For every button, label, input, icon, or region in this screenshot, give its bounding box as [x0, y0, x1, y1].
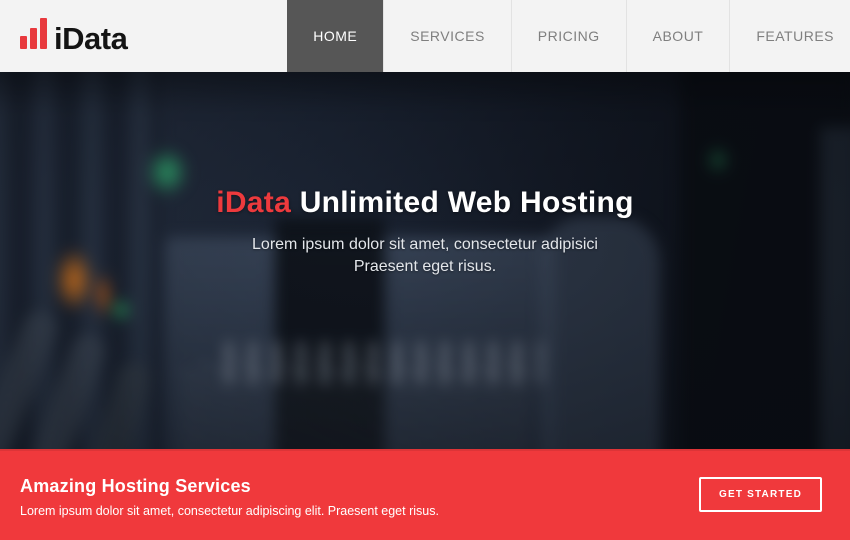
- nav-item-features[interactable]: FEATURES: [729, 0, 850, 72]
- cta-heading: Amazing Hosting Services: [20, 476, 439, 497]
- hero-content: iData Unlimited Web Hosting Lorem ipsum …: [0, 72, 850, 278]
- hero-title: iData Unlimited Web Hosting: [0, 186, 850, 220]
- nav-item-about[interactable]: ABOUT: [626, 0, 730, 72]
- brand-name: iData: [54, 23, 127, 54]
- hero-section: iData Unlimited Web Hosting Lorem ipsum …: [0, 72, 850, 449]
- cta-description: Lorem ipsum dolor sit amet, consectetur …: [20, 504, 439, 518]
- cta-text-block: Amazing Hosting Services Lorem ipsum dol…: [20, 472, 439, 518]
- cta-bar: Amazing Hosting Services Lorem ipsum dol…: [0, 449, 850, 540]
- nav-item-pricing[interactable]: PRICING: [511, 0, 626, 72]
- site-header: iData HOME SERVICES PRICING ABOUT FEATUR…: [0, 0, 850, 72]
- hero-subtitle: Lorem ipsum dolor sit amet, consectetur …: [0, 234, 850, 278]
- bar-chart-icon: [20, 18, 47, 54]
- nav-item-services[interactable]: SERVICES: [383, 0, 511, 72]
- get-started-button[interactable]: GET STARTED: [699, 477, 822, 512]
- main-nav: HOME SERVICES PRICING ABOUT FEATURES: [287, 0, 850, 72]
- hero-subtitle-line2: Praesent eget risus.: [0, 256, 850, 278]
- brand-logo[interactable]: iData: [0, 18, 127, 54]
- nav-item-home[interactable]: HOME: [287, 0, 383, 72]
- hero-subtitle-line1: Lorem ipsum dolor sit amet, consectetur …: [0, 234, 850, 256]
- hero-title-rest: Unlimited Web Hosting: [291, 186, 634, 219]
- hero-title-accent: iData: [216, 186, 291, 219]
